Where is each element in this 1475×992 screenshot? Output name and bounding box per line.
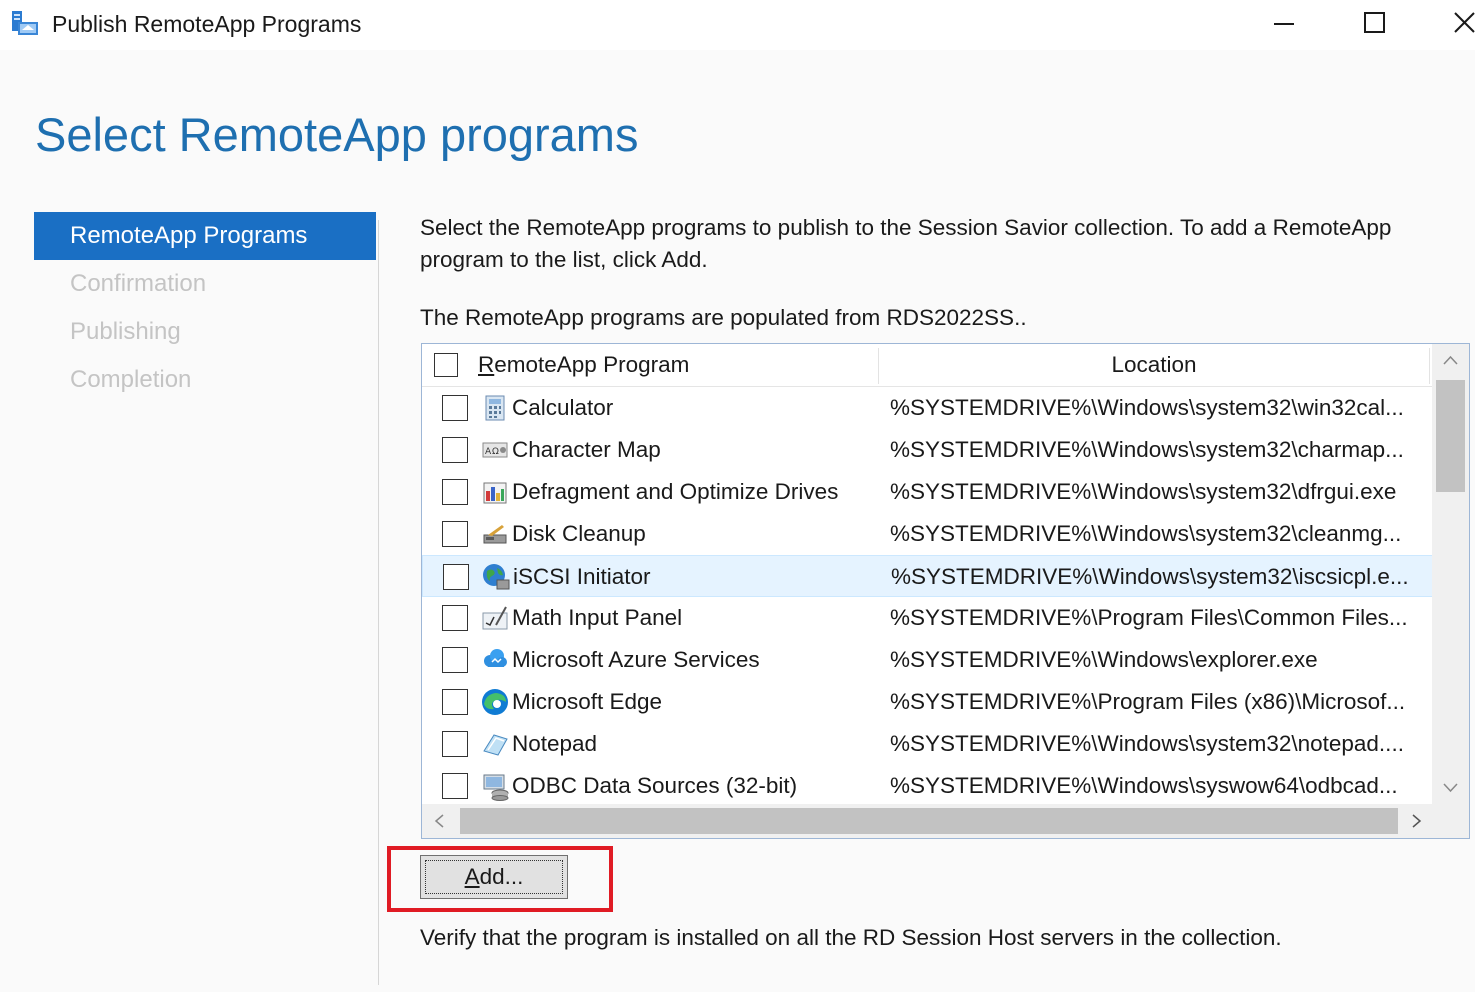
table-row[interactable]: ODBC Data Sources (32-bit) %SYSTEMDRIVE%…	[422, 765, 1433, 807]
scrollbar-corner	[1432, 804, 1469, 838]
horizontal-scrollbar[interactable]	[422, 804, 1432, 838]
list-header: RemoteApp Program Location	[422, 344, 1432, 387]
character-map-icon: A Ω	[482, 442, 508, 458]
column-header-program[interactable]: RemoteApp Program	[478, 350, 689, 380]
add-button-label-rest: dd...	[479, 864, 524, 889]
row-checkbox[interactable]	[442, 395, 468, 421]
table-row[interactable]: Disk Cleanup %SYSTEMDRIVE%\Windows\syste…	[422, 513, 1433, 555]
row-checkbox[interactable]	[442, 647, 468, 673]
nav-item-confirmation: Confirmation	[70, 270, 207, 297]
row-checkbox[interactable]	[442, 437, 468, 463]
row-checkbox[interactable]	[442, 479, 468, 505]
scroll-up-icon[interactable]	[1432, 344, 1469, 378]
scroll-right-icon[interactable]	[1400, 804, 1432, 838]
row-checkbox[interactable]	[443, 564, 469, 590]
source-note: The RemoteApp programs are populated fro…	[420, 305, 1027, 330]
horizontal-scroll-thumb[interactable]	[460, 808, 1398, 834]
notepad-icon	[483, 734, 508, 756]
add-button-label: Add...	[465, 864, 524, 889]
program-location: %SYSTEMDRIVE%\Windows\system32\iscsicpl.…	[891, 564, 1409, 589]
program-location: %SYSTEMDRIVE%\Program Files\Common Files…	[890, 605, 1408, 630]
program-name: iSCSI Initiator	[513, 564, 651, 589]
row-checkbox[interactable]	[442, 521, 468, 547]
row-checkbox[interactable]	[442, 731, 468, 757]
program-location: %SYSTEMDRIVE%\Windows\system32\dfrgui.ex…	[890, 479, 1397, 504]
program-name: Microsoft Edge	[512, 689, 663, 714]
scroll-left-icon[interactable]	[422, 804, 458, 838]
program-location: %SYSTEMDRIVE%\Windows\syswow64\odbcad...	[890, 773, 1398, 798]
column-header-program-accel: R	[478, 352, 495, 377]
minimize-icon	[1274, 23, 1294, 25]
nav-divider	[378, 220, 379, 985]
title-bar: Publish RemoteApp Programs	[0, 0, 1475, 50]
verify-note: Verify that the program is installed on …	[420, 925, 1282, 950]
close-button[interactable]	[1430, 0, 1475, 48]
close-icon	[1454, 12, 1475, 33]
program-name: Defragment and Optimize Drives	[512, 479, 839, 504]
calculator-icon	[485, 395, 505, 421]
table-row[interactable]: A Ω Character Map %SYSTEMDRIVE%\Windows\…	[422, 429, 1433, 471]
program-name: Notepad	[512, 731, 598, 756]
table-row[interactable]: Calculator %SYSTEMDRIVE%\Windows\system3…	[422, 387, 1433, 429]
add-button-accel: A	[464, 864, 480, 889]
nav-item-remoteapp-programs[interactable]: RemoteApp Programs	[34, 212, 376, 260]
program-location: %SYSTEMDRIVE%\Program Files (x86)\Micros…	[890, 689, 1406, 714]
scroll-down-icon[interactable]	[1432, 770, 1469, 804]
program-name: Calculator	[512, 395, 614, 420]
edge-icon	[482, 689, 508, 715]
table-row[interactable]: iSCSI Initiator %SYSTEMDRIVE%\Windows\sy…	[422, 555, 1433, 597]
maximize-icon	[1364, 12, 1385, 33]
list-rows: Calculator %SYSTEMDRIVE%\Windows\system3…	[422, 387, 1433, 807]
nav-item-publishing: Publishing	[70, 318, 181, 345]
program-location: %SYSTEMDRIVE%\Windows\system32\charmap..…	[890, 437, 1404, 462]
wizard-nav: RemoteApp Programs Confirmation Publishi…	[34, 212, 376, 404]
column-separator	[1429, 348, 1430, 384]
table-row[interactable]: Microsoft Edge %SYSTEMDRIVE%\Program Fil…	[422, 681, 1433, 723]
program-location: %SYSTEMDRIVE%\Windows\explorer.exe	[890, 647, 1318, 672]
defragment-icon	[483, 482, 507, 504]
maximize-button[interactable]	[1344, 0, 1404, 48]
column-header-location[interactable]: Location	[879, 350, 1429, 380]
table-row[interactable]: Defragment and Optimize Drives %SYSTEMDR…	[422, 471, 1433, 513]
program-name: Microsoft Azure Services	[512, 647, 760, 672]
math-input-panel-icon	[482, 606, 508, 630]
nav-item-completion: Completion	[70, 366, 192, 393]
instructions-text: Select the RemoteApp programs to publish…	[420, 215, 1392, 272]
page-title: Select RemoteApp programs	[35, 108, 639, 161]
program-name: Math Input Panel	[512, 605, 683, 630]
column-header-program-label: emoteApp Program	[494, 352, 690, 377]
program-location: %SYSTEMDRIVE%\Windows\system32\notepad..…	[890, 731, 1404, 756]
wizard-content: Select RemoteApp programs RemoteApp Prog…	[0, 50, 1475, 992]
remoteapp-list[interactable]: RemoteApp Program Location Calculator %S…	[421, 343, 1470, 839]
remoteapp-publish-icon	[12, 11, 38, 35]
select-all-checkbox[interactable]	[434, 353, 458, 377]
program-name: Disk Cleanup	[512, 521, 646, 546]
azure-services-icon	[484, 649, 507, 667]
row-checkbox[interactable]	[442, 605, 468, 631]
program-name: Character Map	[512, 437, 661, 462]
iscsi-initiator-icon	[483, 564, 510, 590]
program-name: ODBC Data Sources (32-bit)	[512, 773, 798, 798]
window-title: Publish RemoteApp Programs	[52, 11, 362, 37]
disk-cleanup-icon	[483, 525, 507, 544]
vertical-scroll-thumb[interactable]	[1436, 380, 1465, 492]
row-checkbox[interactable]	[442, 689, 468, 715]
vertical-scrollbar[interactable]	[1432, 344, 1469, 804]
svg-text:A: A	[485, 447, 492, 457]
program-location: %SYSTEMDRIVE%\Windows\system32\win32cal.…	[890, 395, 1404, 420]
odbc-icon	[483, 774, 509, 801]
row-checkbox[interactable]	[442, 773, 468, 799]
svg-text:Ω: Ω	[492, 447, 499, 457]
table-row[interactable]: Microsoft Azure Services %SYSTEMDRIVE%\W…	[422, 639, 1433, 681]
table-row[interactable]: Math Input Panel %SYSTEMDRIVE%\Program F…	[422, 597, 1433, 639]
program-location: %SYSTEMDRIVE%\Windows\system32\cleanmg..…	[890, 521, 1402, 546]
table-row[interactable]: Notepad %SYSTEMDRIVE%\Windows\system32\n…	[422, 723, 1433, 765]
minimize-button[interactable]	[1254, 0, 1314, 48]
add-button[interactable]: Add...	[420, 855, 568, 899]
